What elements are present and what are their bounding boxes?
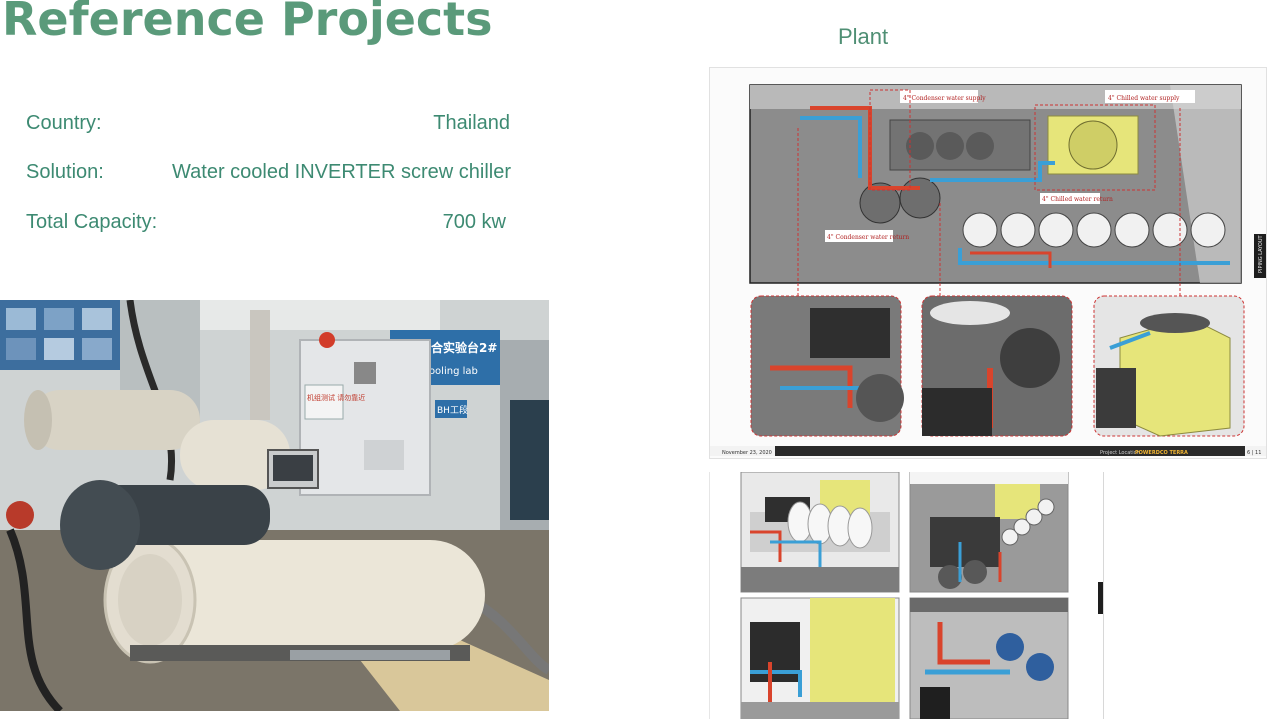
info-capacity: Total Capacity: 700 kw [26, 211, 510, 241]
panel-note-text: 机组测试 请勿靠近 [307, 393, 365, 402]
plant-heading: Plant [838, 24, 889, 49]
piping-layout-sheet: 4" Condenser water supply 4" Chilled wat… [709, 67, 1267, 459]
page-title: Reference Projects [2, 0, 493, 46]
plant-3d-views-sheet [709, 471, 1104, 720]
callout-condenser-supply: 4" Condenser water supply [903, 95, 986, 102]
callout-chilled-supply: 4" Chilled water supply [1108, 95, 1180, 102]
plant-3d-views [740, 471, 1103, 720]
solution-value: Water cooled INVERTER screw chiller [172, 161, 511, 183]
callout-chilled-return: 4" Chilled water return [1042, 196, 1113, 203]
doc-footer-page: 6 | 11 [1247, 450, 1261, 456]
doc-footer-date: November 23, 2020 [722, 450, 772, 456]
capacity-label: Total Capacity: [26, 211, 158, 233]
chiller-photo: 整机综合实验台2# er cooling lab 机组测试 请勿靠近 BH工段 [0, 300, 549, 711]
doc-footer-project: Project Location [1100, 450, 1140, 456]
country-label: Country: [26, 112, 102, 134]
piping-layout-drawing: 4" Condenser water supply 4" Chilled wat… [710, 84, 1266, 456]
doc-footer-brand: POWERDCO TERRA [1135, 450, 1188, 456]
country-value: Thailand [433, 112, 510, 134]
info-solution: Solution: Water cooled INVERTER screw ch… [26, 161, 511, 191]
callout-condenser-return: 4" Condenser water return [827, 234, 909, 241]
capacity-value: 700 kw [442, 211, 506, 233]
solution-label: Solution: [26, 161, 104, 183]
badge-text: BH工段 [437, 404, 468, 416]
info-country: Country: Thailand [26, 112, 510, 142]
chiller-photo-illustration: 整机综合实验台2# er cooling lab 机组测试 请勿靠近 BH工段 [0, 300, 549, 711]
doc-side-tab: PIPING LAYOUT [1258, 235, 1264, 273]
